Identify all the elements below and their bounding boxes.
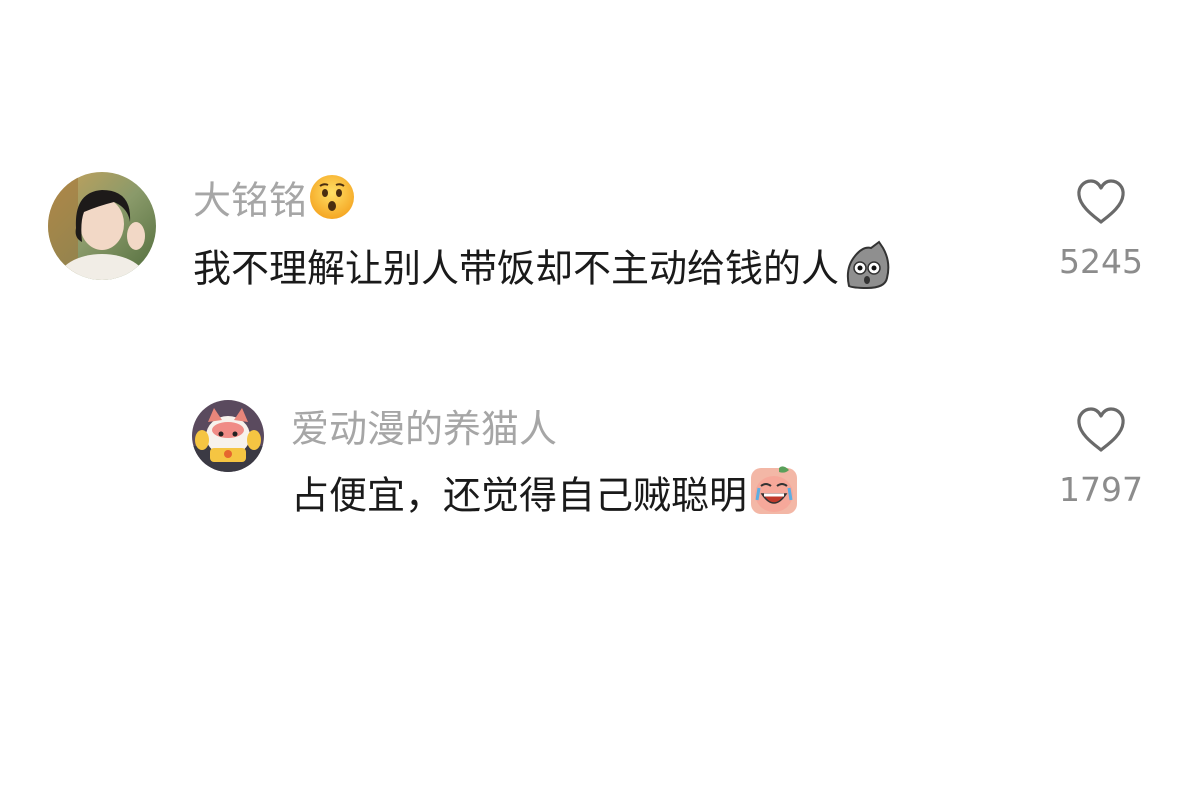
reply-text-label: 占便宜，还觉得自己贼聪明 bbox=[291, 473, 748, 518]
username[interactable]: 大铭铭 bbox=[193, 175, 355, 226]
laughing-crying-peach-sticker-icon bbox=[749, 466, 799, 522]
username-label: 大铭铭 bbox=[193, 178, 308, 223]
comment-text[interactable]: 我不理解让别人带饭却不主动给钱的人 bbox=[193, 240, 893, 296]
avatar-photo bbox=[48, 172, 156, 280]
avatar-photo bbox=[192, 400, 264, 472]
username[interactable]: 爱动漫的养猫人 bbox=[291, 410, 557, 448]
heart-outline-icon bbox=[1077, 179, 1125, 224]
like-count: 5245 bbox=[1059, 242, 1143, 281]
comment-text-label: 我不理解让别人带饭却不主动给钱的人 bbox=[193, 246, 840, 291]
shocked-bag-sticker-icon bbox=[841, 240, 893, 296]
avatar[interactable] bbox=[192, 400, 264, 472]
hushed-face-icon bbox=[309, 175, 355, 226]
avatar[interactable] bbox=[48, 172, 156, 280]
like-button[interactable]: 5245 bbox=[1050, 178, 1152, 278]
like-button[interactable]: 1797 bbox=[1050, 406, 1152, 506]
like-count: 1797 bbox=[1059, 470, 1143, 509]
reply-text[interactable]: 占便宜，还觉得自己贼聪明 bbox=[291, 466, 799, 522]
heart-outline-icon bbox=[1077, 407, 1125, 452]
